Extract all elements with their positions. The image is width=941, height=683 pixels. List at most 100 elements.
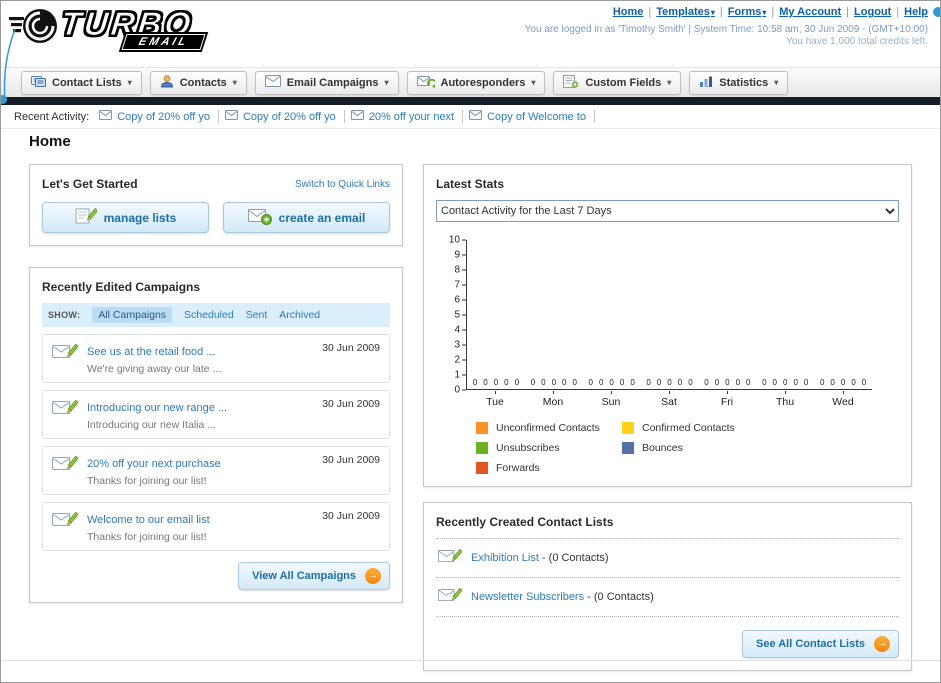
campaign-row: Welcome to our email list Thanks for joi… <box>42 502 390 551</box>
envelope-icon <box>264 75 281 90</box>
right-column: Latest Stats Contact Activity for the La… <box>423 164 912 671</box>
contact-list-count: - (0 Contacts) <box>538 552 609 564</box>
get-started-panel: Let's Get Started Switch to Quick Links … <box>29 164 403 246</box>
chart-value-group: 00000 <box>588 378 635 387</box>
campaign-link[interactable]: Welcome to our email list <box>87 514 210 526</box>
recent-activity-item[interactable]: Copy of Welcome to <box>469 110 595 123</box>
stats-range-select[interactable]: Contact Activity for the Last 7 Days <box>436 200 899 222</box>
nav-logout-link[interactable]: Logout <box>854 6 891 18</box>
legend-item: Unsubscribes <box>476 442 622 454</box>
recent-activity-item[interactable]: Copy of 20% off yo <box>224 110 345 123</box>
logo-subtitle: EMAIL <box>121 34 206 50</box>
chevron-down-icon: ▾ <box>710 8 715 17</box>
nav-separator: | <box>719 6 723 18</box>
recent-activity-item[interactable]: 20% off your next <box>350 110 464 123</box>
arrow-right-icon: → <box>365 568 381 584</box>
campaign-date: 30 Jun 2009 <box>322 398 380 410</box>
chevron-down-icon: ▾ <box>531 78 536 87</box>
legend-swatch <box>476 422 488 434</box>
contacts-icon <box>160 74 174 91</box>
chart-value-group: 00000 <box>762 378 809 387</box>
campaign-subtitle: Thanks for joining our list! <box>87 475 207 487</box>
campaign-subtitle: Thanks for joining our list! <box>87 531 207 543</box>
view-all-campaigns-button[interactable]: View All Campaigns → <box>238 562 390 590</box>
recent-contact-lists-panel: Recently Created Contact Lists Exhibitio… <box>423 502 912 671</box>
recent-activity-bar: Recent Activity: Copy of 20% off yo Copy… <box>1 105 940 129</box>
envelope-pencil-icon <box>52 342 79 367</box>
chart-value-group: 00000 <box>472 378 520 387</box>
chart-x-label: Sat <box>640 391 698 408</box>
filter-all-campaigns[interactable]: All Campaigns <box>92 307 173 323</box>
envelope-pencil-icon <box>52 398 79 423</box>
nav-my-account-link[interactable]: My Account <box>779 6 841 18</box>
envelope-icon <box>469 110 483 123</box>
pencil-paper-icon <box>75 207 98 228</box>
legend-swatch <box>622 422 634 434</box>
tab-autoresponders[interactable]: Autoresponders ▾ <box>406 70 546 95</box>
filter-scheduled[interactable]: Scheduled <box>184 309 234 321</box>
envelope-pencil-icon <box>438 547 463 569</box>
legend-swatch <box>622 442 634 454</box>
chevron-down-icon: ▾ <box>384 78 389 87</box>
header: TURBO EMAIL Home | Templates▾ | Forms▾ |… <box>1 1 940 67</box>
campaign-link[interactable]: See us at the retail food ... <box>87 346 215 358</box>
chevron-down-icon: ▾ <box>232 78 237 87</box>
campaign-date: 30 Jun 2009 <box>322 454 380 466</box>
filter-sent[interactable]: Sent <box>246 309 268 321</box>
recent-activity-item[interactable]: Copy of 20% off yo <box>99 110 219 123</box>
chart-x-label: Wed <box>814 391 872 408</box>
campaign-date: 30 Jun 2009 <box>322 510 380 522</box>
nav-forms-link[interactable]: Forms▾ <box>728 6 767 18</box>
nav-separator: | <box>771 6 775 18</box>
envelope-icon <box>350 110 364 123</box>
campaign-filter-bar: SHOW: All Campaigns Scheduled Sent Archi… <box>42 303 390 327</box>
chart-x-label: Thu <box>756 391 814 408</box>
campaign-row: Introducing our new range ... Introducin… <box>42 390 390 439</box>
campaign-subtitle: Introducing our new Italia ... <box>87 419 216 431</box>
filter-archived[interactable]: Archived <box>279 309 320 321</box>
decorative-blue-dot <box>933 7 940 17</box>
manage-lists-button[interactable]: manage lists <box>42 202 209 233</box>
get-started-title: Let's Get Started <box>42 177 138 191</box>
contact-list-item: Exhibition List - (0 Contacts) <box>436 539 899 578</box>
chart-value-group: 00000 <box>530 378 577 387</box>
autoresponder-icon <box>416 75 437 91</box>
create-email-button[interactable]: create an email <box>223 202 390 233</box>
chart-value-group: 00000 <box>704 378 751 387</box>
tab-custom-fields[interactable]: Custom Fields ▾ <box>553 70 682 95</box>
tab-contact-lists[interactable]: Contact Lists ▾ <box>21 70 142 95</box>
campaign-date: 30 Jun 2009 <box>322 342 380 354</box>
tab-statistics[interactable]: Statistics ▾ <box>689 70 789 95</box>
tab-contacts[interactable]: Contacts ▾ <box>149 70 247 95</box>
custom-fields-icon <box>563 74 579 91</box>
chart-x-label: Tue <box>466 391 524 408</box>
see-all-contact-lists-button[interactable]: See All Contact Lists → <box>741 630 899 658</box>
legend-swatch <box>476 442 488 454</box>
contact-lists-icon <box>31 75 46 91</box>
chevron-down-icon: ▾ <box>762 8 767 17</box>
left-column: Let's Get Started Switch to Quick Links … <box>29 164 403 603</box>
contact-list-link[interactable]: Newsletter Subscribers <box>471 591 584 603</box>
chart-x-label: Fri <box>698 391 756 408</box>
recent-activity-label: Recent Activity: <box>14 110 90 123</box>
campaign-link[interactable]: 20% off your next purchase <box>87 458 221 470</box>
legend-item: Bounces <box>622 442 768 454</box>
nav-templates-link[interactable]: Templates▾ <box>656 6 715 18</box>
arrow-right-icon: → <box>874 636 890 652</box>
chevron-down-icon: ▾ <box>127 78 132 87</box>
envelope-pencil-icon <box>438 586 463 608</box>
tab-email-campaigns[interactable]: Email Campaigns ▾ <box>254 70 399 95</box>
nav-separator: | <box>648 6 652 18</box>
nav-separator: | <box>896 6 900 18</box>
contact-list-link[interactable]: Exhibition List <box>471 552 539 564</box>
chart-legend: Unconfirmed Contacts Confirmed Contacts Un… <box>476 422 899 474</box>
divider-bar <box>1 97 940 105</box>
credits-info: You have 1,000 total credits left. <box>786 36 928 47</box>
switch-quick-links-link[interactable]: Switch to Quick Links <box>295 179 390 190</box>
legend-item: Unconfirmed Contacts <box>476 422 622 434</box>
campaign-link[interactable]: Introducing our new range ... <box>87 402 227 414</box>
nav-home-link[interactable]: Home <box>613 6 644 18</box>
latest-stats-panel: Latest Stats Contact Activity for the La… <box>423 164 912 487</box>
contact-activity-chart: 10 9 8 7 6 5 4 3 2 1 0 000000000000000000000000000… <box>436 235 899 474</box>
nav-help-link[interactable]: Help <box>904 6 928 18</box>
